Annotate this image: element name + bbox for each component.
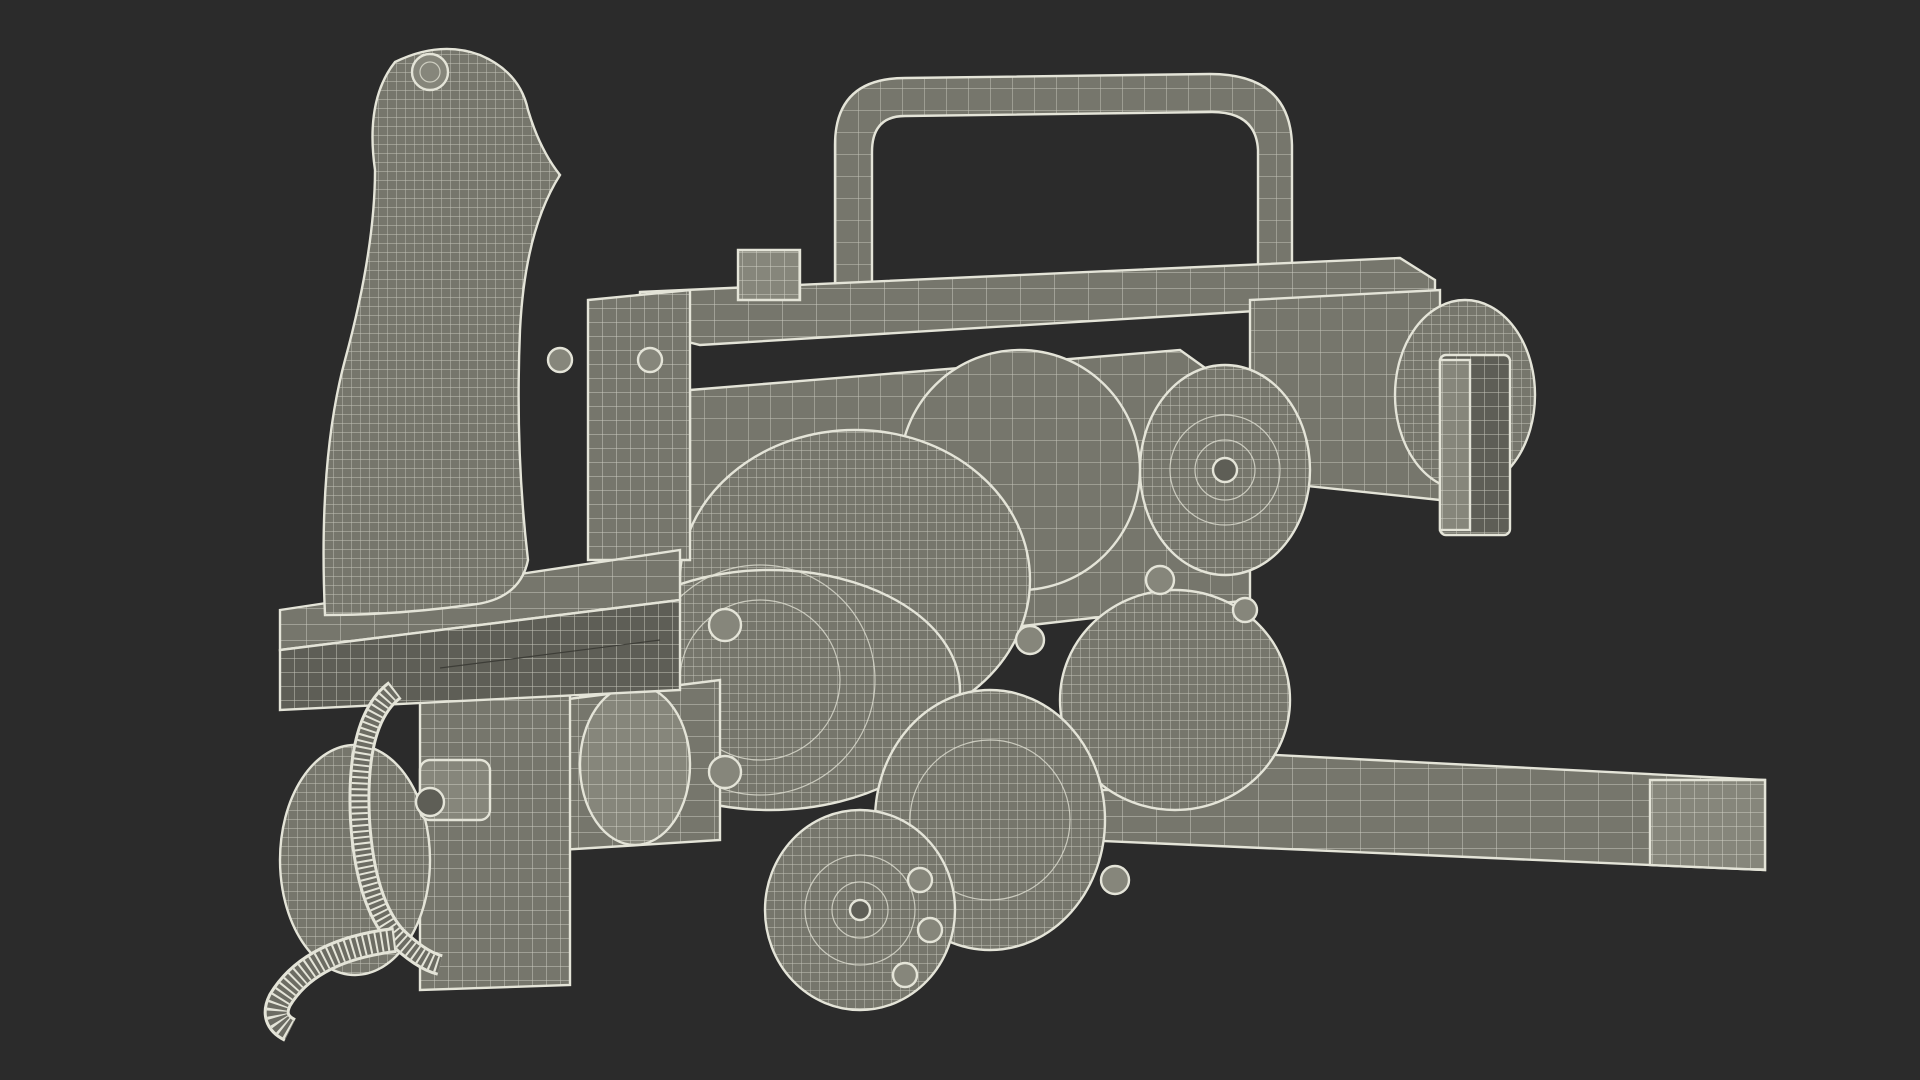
minigun-wireframe-model bbox=[263, 47, 1767, 1042]
wireframe-render-viewport bbox=[0, 0, 1920, 1080]
grip-handle bbox=[322, 47, 562, 617]
barrel-cluster bbox=[558, 678, 722, 852]
